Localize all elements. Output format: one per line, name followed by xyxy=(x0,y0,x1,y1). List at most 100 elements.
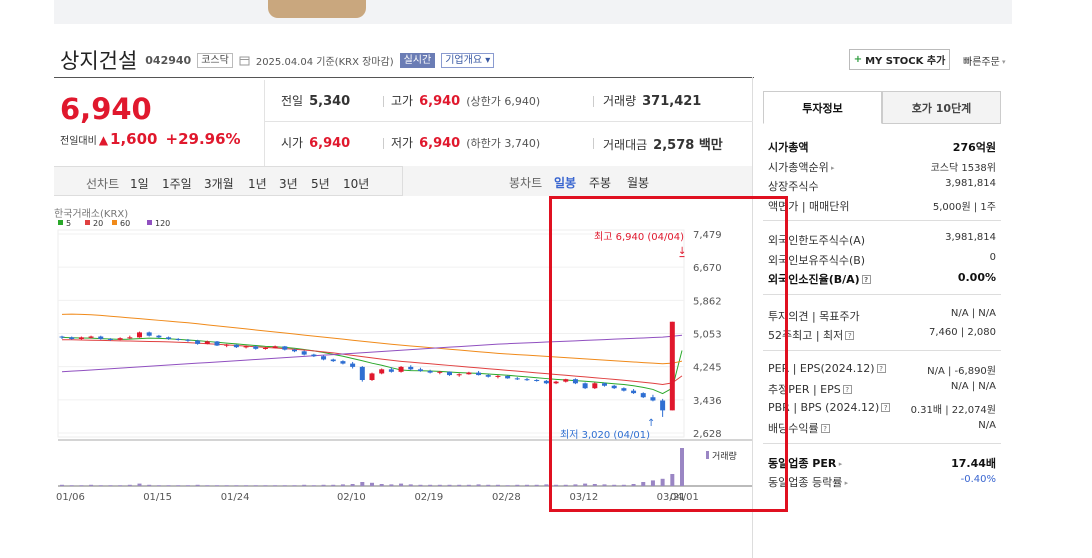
x-tick-label: 02/19 xyxy=(414,492,443,503)
help-icon[interactable]: ? xyxy=(842,385,852,394)
tab-investment-info[interactable]: 투자정보 xyxy=(763,91,882,124)
candle-body xyxy=(340,361,346,364)
candle-body xyxy=(59,336,65,338)
info-value: N/A | -6,890원 xyxy=(927,365,996,377)
candle-body xyxy=(417,369,423,371)
help-icon[interactable]: ? xyxy=(876,363,886,373)
volume-bar xyxy=(127,484,132,486)
volume-bar xyxy=(60,484,64,486)
tab-3year[interactable]: 3년 xyxy=(279,175,298,192)
tab-monthly[interactable]: 월봉 xyxy=(627,174,649,191)
volume-bar xyxy=(118,485,123,486)
tab-1day[interactable]: 1일 xyxy=(130,175,149,192)
volume-bar xyxy=(457,484,462,486)
help-icon[interactable]: ? xyxy=(820,424,830,433)
candle-body xyxy=(272,346,278,349)
volume-bar xyxy=(350,484,355,486)
quote-date: 2025.04.04 기준(KRX 장마감) xyxy=(255,56,394,68)
up-arrow-icon: ▲ xyxy=(98,133,109,147)
info-row: PBR | BPS (2024.12)? 0.31배 | 22,074원 xyxy=(763,398,1001,418)
help-icon[interactable]: ? xyxy=(845,331,855,340)
candle-period-group: 봉차트 일봉 주봉 월봉 xyxy=(402,166,752,196)
volume-bar xyxy=(137,483,142,486)
volume-bar xyxy=(321,484,326,486)
current-price: 6,940 xyxy=(60,92,152,126)
legend-swatch xyxy=(85,220,90,225)
divider xyxy=(593,138,594,149)
lower-limit: (하한가 3,740) xyxy=(466,137,541,150)
tab-line-chart[interactable]: 선차트 xyxy=(86,175,119,192)
low-value: 6,940 xyxy=(419,136,461,151)
tab-candle-chart[interactable]: 봉차트 xyxy=(509,174,542,191)
volume: 거래량 371,421 xyxy=(603,92,701,109)
volume-bar xyxy=(399,483,404,486)
candle-body xyxy=(301,351,307,355)
volume-bar xyxy=(89,484,94,486)
candle-body xyxy=(388,369,394,372)
tab-5year[interactable]: 5년 xyxy=(311,175,330,192)
x-tick-label: 01/15 xyxy=(143,492,172,503)
candle-body xyxy=(195,340,201,344)
legend-swatch xyxy=(147,220,152,225)
tab-order-book[interactable]: 호가 10단계 xyxy=(882,91,1001,124)
volume-bar xyxy=(466,484,471,486)
open-value: 6,940 xyxy=(309,136,351,151)
info-label-text: 상장주식수 xyxy=(768,180,819,193)
candle-body xyxy=(534,379,540,381)
volume-bar xyxy=(244,485,249,486)
help-icon[interactable]: ? xyxy=(861,275,871,284)
candle-body xyxy=(107,338,113,340)
plus-icon: + xyxy=(853,54,863,65)
chevron-right-icon[interactable]: ▸ xyxy=(836,460,843,468)
volume-bar xyxy=(292,485,297,486)
tab-weekly[interactable]: 주봉 xyxy=(589,174,611,191)
candle-body xyxy=(437,371,443,373)
highlight-box xyxy=(549,196,788,512)
volume-bar xyxy=(185,485,190,486)
candle-body xyxy=(224,344,230,346)
info-label: 시가총액순위 ▸ xyxy=(768,159,834,175)
volume-bar xyxy=(437,484,442,486)
day-high: 고가 6,940 (상한가 6,940) xyxy=(391,92,540,109)
change-label: 전일대비 xyxy=(60,136,97,147)
info-row: 52주최고 | 최저? 7,460 | 2,080 xyxy=(763,324,1001,344)
volume-bar xyxy=(340,484,345,486)
volume-bar xyxy=(515,484,520,486)
info-section: PER | EPS(2024.12)? N/A | -6,890원 추정PER | … xyxy=(763,349,1001,443)
company-overview-dropdown[interactable]: 기업개요 ▾ xyxy=(441,52,495,68)
upper-limit: (상한가 6,940) xyxy=(466,95,541,108)
info-label-text: 시가총액순위 xyxy=(768,160,829,174)
tab-10year[interactable]: 10년 xyxy=(343,175,369,192)
tab-daily[interactable]: 일봉 xyxy=(554,174,576,191)
volume-bar xyxy=(408,484,413,486)
candle-body xyxy=(485,375,491,377)
candle-body xyxy=(127,337,133,339)
stock-code: 042940 xyxy=(145,53,192,67)
candle-body xyxy=(262,348,268,350)
info-section: 투자의견 | 목표주가 N/A | N/A 52주최고 | 최저? 7,460 | 2… xyxy=(763,293,1001,350)
info-row: PER | EPS(2024.12)? N/A | -6,890원 xyxy=(763,359,1001,379)
info-row: 시가총액순위 ▸ 코스닥 1538위 xyxy=(763,156,1001,176)
day-low: 저가 6,940 (하한가 3,740) xyxy=(391,134,540,151)
realtime-button[interactable]: 실시간 xyxy=(399,52,436,68)
tab-1week[interactable]: 1주일 xyxy=(162,175,192,192)
tab-1year[interactable]: 1년 xyxy=(248,175,267,192)
legend-label: 60 xyxy=(120,219,130,228)
candle-body xyxy=(253,346,259,349)
volume-bar xyxy=(370,482,374,486)
quick-order-menu[interactable]: 빠른주문 ▾ xyxy=(963,53,1006,68)
help-icon[interactable]: ? xyxy=(881,402,891,412)
candle-body xyxy=(88,336,94,338)
info-section: 외국인한도주식수(A) 3,981,814 외국인보유주식수(B) 0 외국인소진율(B… xyxy=(763,220,1001,294)
volume-bar xyxy=(69,485,74,486)
chevron-right-icon[interactable]: ▸ xyxy=(829,164,835,172)
price-change: 전일대비 ▲ 1,600 +29.96% xyxy=(60,130,241,148)
mystock-add-button[interactable]: + MY STOCK 추가 xyxy=(849,49,950,70)
volume-bar xyxy=(156,485,161,486)
tab-3month[interactable]: 3개월 xyxy=(204,175,234,192)
info-row: 투자의견 | 목표주가 N/A | N/A xyxy=(763,305,1001,325)
info-label: 상장주식수 xyxy=(768,178,819,194)
volume-bar xyxy=(311,485,316,486)
info-row: 외국인보유주식수(B) 0 xyxy=(763,249,1001,269)
chevron-right-icon[interactable]: ▸ xyxy=(842,479,849,487)
